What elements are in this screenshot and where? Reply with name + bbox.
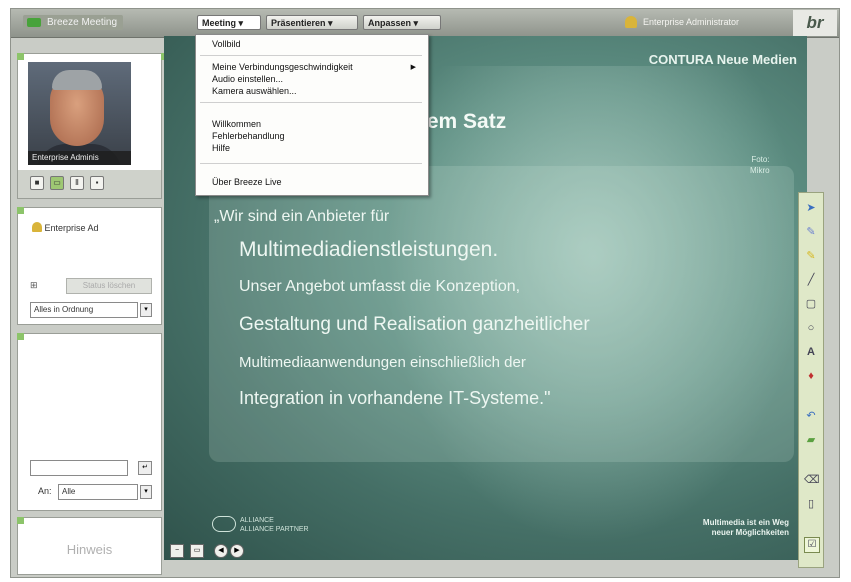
camera-icon[interactable]: ▭ bbox=[50, 176, 64, 190]
previous-slide-icon[interactable]: ◀ bbox=[214, 544, 228, 558]
done-icon[interactable]: ☑ bbox=[804, 537, 820, 553]
page-icon[interactable]: ▯ bbox=[804, 497, 818, 511]
user-icon bbox=[625, 16, 637, 28]
pod-corner-icon[interactable] bbox=[17, 517, 24, 524]
stamp-icon[interactable]: ♦ bbox=[804, 369, 818, 383]
line-icon[interactable]: ╱ bbox=[804, 273, 818, 287]
camera-pod: Enterprise Adminis ■ ▭ Ⅱ ▪ bbox=[17, 53, 162, 199]
partner-logo: ALLIANCE ALLIANCE PARTNER bbox=[212, 516, 309, 534]
user-name: Enterprise Administrator bbox=[643, 17, 740, 27]
app-name-badge: Breeze Meeting bbox=[23, 15, 124, 30]
status-dropdown-icon[interactable]: ▾ bbox=[140, 303, 152, 317]
quote-line: Multimediadienstleistungen. bbox=[239, 238, 499, 261]
pause-icon[interactable]: Ⅱ bbox=[70, 176, 84, 190]
camera-controls: ■ ▭ Ⅱ ▪ bbox=[18, 170, 161, 198]
attendee-entry[interactable]: Enterprise Ad bbox=[32, 222, 99, 233]
eraser-icon[interactable]: ▰ bbox=[804, 433, 818, 447]
quote-line: „Wir sind ein Anbieter für bbox=[214, 208, 390, 225]
app-logo-icon bbox=[27, 18, 41, 27]
whiteboard-toolbar: ➤ ✎ ✎ ╱ ▢ ○ A ♦ ↶ ▰ ⌫ ▯ ☑ bbox=[798, 192, 824, 568]
chat-message-input[interactable] bbox=[30, 460, 128, 476]
menu-item-audio[interactable]: Audio einstellen... bbox=[212, 74, 283, 85]
participant-video: Enterprise Adminis bbox=[28, 62, 131, 165]
participant-label: Enterprise Adminis bbox=[28, 151, 131, 165]
chat-recipient-select[interactable]: Alle bbox=[58, 484, 138, 500]
pointer-icon[interactable]: ➤ bbox=[804, 201, 818, 215]
pod-corner-icon[interactable] bbox=[17, 207, 24, 214]
slide-claim: Multimedia ist ein Weg neuer Möglichkeit… bbox=[702, 518, 789, 537]
send-icon[interactable]: ↵ bbox=[138, 461, 152, 475]
menu-item-hilfe[interactable]: Hilfe bbox=[212, 143, 230, 154]
quote-line: Multimediaanwendungen einschließlich der bbox=[239, 354, 526, 371]
menu-item-ueber[interactable]: Über Breeze Live bbox=[212, 177, 282, 188]
menu-divider bbox=[200, 102, 422, 103]
photo-caption: Foto: Mikro bbox=[750, 155, 770, 175]
zoom-out-icon[interactable]: − bbox=[170, 544, 184, 558]
quote-line: Unser Angebot umfasst die Konzeption, bbox=[239, 278, 521, 295]
slide-brand: CONTURA Neue Medien bbox=[648, 52, 797, 67]
partner-logo-icon bbox=[212, 516, 236, 532]
pod-corner-icon[interactable] bbox=[17, 53, 24, 60]
menu-item-vollbild[interactable]: Vollbild bbox=[212, 39, 241, 50]
note-pod: Hinweis bbox=[17, 517, 162, 575]
clear-status-button[interactable]: Status löschen bbox=[66, 278, 152, 294]
delete-icon[interactable]: ⌫ bbox=[804, 473, 820, 487]
menu-item-willkommen[interactable]: Willkommen bbox=[212, 119, 261, 130]
meeting-menu-dropdown: Vollbild Meine Verbindungsgeschwindigkei… bbox=[195, 34, 429, 196]
quote-line: Integration in vorhandene IT-Systeme." bbox=[239, 388, 551, 408]
pencil-icon[interactable]: ✎ bbox=[804, 225, 818, 239]
chat-pod: ↵ An: Alle ▾ bbox=[17, 333, 162, 511]
rectangle-icon[interactable]: ▢ bbox=[804, 297, 818, 311]
stop-icon[interactable]: ■ bbox=[30, 176, 44, 190]
attendee-host-icon bbox=[32, 222, 42, 232]
chat-to-label: An: bbox=[38, 486, 52, 496]
current-user[interactable]: Enterprise Administrator bbox=[623, 15, 739, 30]
highlighter-icon[interactable]: ✎ bbox=[804, 249, 818, 263]
pod-corner-icon[interactable] bbox=[17, 333, 24, 340]
undo-icon[interactable]: ↶ bbox=[804, 409, 818, 423]
text-icon[interactable]: A bbox=[804, 345, 818, 359]
attendee-pod: Enterprise Ad ⊞ Status löschen Alles in … bbox=[17, 207, 162, 325]
recipient-dropdown-icon[interactable]: ▾ bbox=[140, 485, 152, 499]
menu-anpassen[interactable]: Anpassen ▾ bbox=[363, 15, 441, 30]
menu-praesentieren[interactable]: Präsentieren ▾ bbox=[266, 15, 358, 30]
menu-item-verbindungsgeschwindigkeit[interactable]: Meine Verbindungsgeschwindigkeit ▶ bbox=[212, 62, 422, 73]
status-select[interactable]: Alles in Ordnung bbox=[30, 302, 138, 318]
status-icon[interactable]: ⊞ bbox=[30, 280, 44, 294]
menu-meeting[interactable]: Meeting ▾ bbox=[197, 15, 261, 30]
menu-divider bbox=[200, 163, 422, 164]
menu-item-kamera[interactable]: Kamera auswählen... bbox=[212, 86, 297, 97]
submenu-arrow-icon: ▶ bbox=[410, 64, 416, 71]
quote-line: Gestaltung und Realisation ganzheitliche… bbox=[239, 314, 590, 335]
menu-item-fehlerbehandlung[interactable]: Fehlerbehandlung bbox=[212, 131, 285, 142]
next-slide-icon[interactable]: ▶ bbox=[230, 544, 244, 558]
app-name: Breeze Meeting bbox=[47, 17, 118, 28]
lock-icon[interactable]: ▪ bbox=[90, 176, 104, 190]
ellipse-icon[interactable]: ○ bbox=[804, 321, 818, 335]
menu-divider bbox=[200, 55, 422, 56]
note-hint: Hinweis bbox=[66, 542, 113, 557]
breeze-logo: br bbox=[793, 10, 837, 36]
page-select-icon[interactable]: ▭ bbox=[190, 544, 204, 558]
